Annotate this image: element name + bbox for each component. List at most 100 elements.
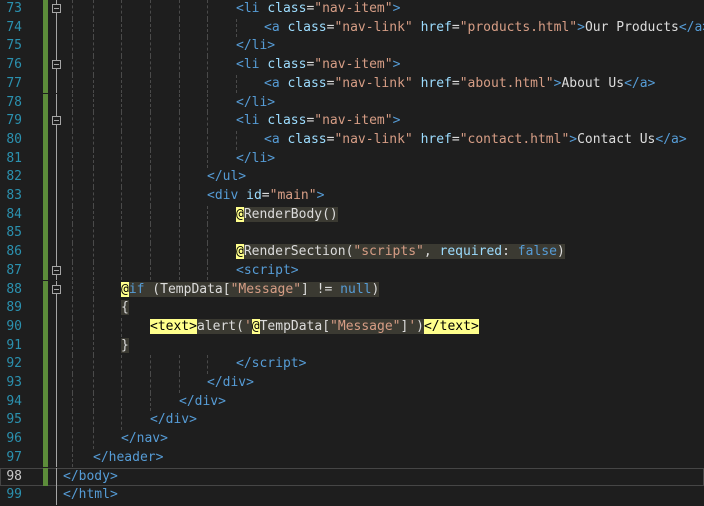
indent-guide [72, 280, 73, 300]
fold-guide [56, 205, 57, 225]
code-text[interactable]: </html> [63, 486, 118, 505]
code-text[interactable]: <li class="nav-item"> [236, 0, 400, 19]
code-text[interactable]: @RenderBody() [236, 206, 338, 225]
code-text[interactable]: <li class="nav-item"> [236, 112, 400, 131]
collapse-icon[interactable] [52, 4, 61, 13]
indent-guide [72, 56, 73, 75]
indent-guide [72, 0, 73, 19]
code-text[interactable]: <script> [236, 262, 299, 281]
indent-guide [72, 224, 73, 244]
code-line[interactable]: 89 { [0, 299, 704, 318]
collapse-icon[interactable] [52, 60, 61, 70]
code-text[interactable]: </ul> [207, 168, 246, 187]
code-text[interactable]: <text>alert('@TempData["Message"]')</tex… [150, 318, 479, 337]
indent-guide [121, 56, 122, 75]
code-line[interactable]: 88 @if (TempData["Message"] != null) [0, 280, 704, 300]
code-line[interactable]: 86 @RenderSection("scripts", required: fa… [0, 243, 704, 262]
code-line[interactable]: 92 </script> [0, 355, 704, 374]
code-line[interactable]: 98 </body> [0, 467, 704, 487]
code-line[interactable]: 75 </li> [0, 37, 704, 57]
code-text[interactable]: </li> [236, 150, 275, 169]
code-text[interactable]: @RenderSection("scripts", required: fals… [236, 243, 565, 262]
indent-guide [121, 392, 122, 412]
change-indicator [43, 37, 48, 57]
code-text[interactable]: @if (TempData["Message"] != null) [121, 281, 380, 300]
change-indicator [43, 317, 48, 337]
collapse-icon[interactable] [52, 265, 61, 275]
code-line[interactable]: 84 @RenderBody() [0, 205, 704, 225]
indent-guide [93, 243, 94, 262]
collapse-icon[interactable] [52, 116, 61, 126]
indent-guide [72, 18, 73, 38]
code-line[interactable]: 82 </ul> [0, 168, 704, 187]
code-line[interactable]: 76 <li class="nav-item"> [0, 56, 704, 75]
indent-guide [121, 130, 122, 150]
indent-guide [72, 149, 73, 169]
code-text[interactable]: <a class="nav-link" href="contact.html">… [264, 131, 687, 150]
indent-guide [179, 93, 180, 113]
indent-guide [150, 168, 151, 187]
code-line[interactable]: 83 <div id="main"> [0, 187, 704, 206]
code-text[interactable]: </div> [207, 374, 254, 393]
indent-guide [236, 74, 237, 94]
indent-guide [72, 355, 73, 374]
code-line[interactable]: 94 </div> [0, 392, 704, 412]
code-text[interactable]: <div id="main"> [207, 187, 324, 206]
indent-guide [72, 74, 73, 94]
change-indicator [43, 130, 48, 150]
code-line[interactable]: 97 </header> [0, 448, 704, 468]
indent-guide [72, 243, 73, 262]
indent-guide [179, 168, 180, 187]
change-indicator [43, 448, 48, 468]
code-line[interactable]: 85 [0, 224, 704, 244]
code-line[interactable]: 78 </li> [0, 93, 704, 113]
line-number: 93 [6, 375, 22, 390]
indent-guide [93, 205, 94, 225]
indent-guide [179, 74, 180, 94]
code-text[interactable]: </nav> [121, 430, 168, 449]
collapse-icon[interactable] [52, 284, 61, 294]
indent-guide [72, 37, 73, 57]
fold-guide [56, 374, 57, 393]
code-text[interactable]: <a class="nav-link" href="about.html">Ab… [264, 75, 655, 94]
indent-guide [207, 355, 208, 374]
indent-guide [93, 18, 94, 38]
indent-guide [72, 430, 73, 449]
code-text[interactable]: </body> [63, 468, 118, 487]
code-text[interactable]: </div> [179, 393, 226, 412]
indent-guide [93, 336, 94, 356]
code-text[interactable]: <a class="nav-link" href="products.html"… [264, 19, 704, 38]
code-line[interactable]: 73 <li class="nav-item"> [0, 0, 704, 19]
code-text[interactable]: </li> [236, 94, 275, 113]
code-line[interactable]: 77 <a class="nav-link" href="about.html">… [0, 74, 704, 94]
code-text[interactable]: <li class="nav-item"> [236, 56, 400, 75]
code-text[interactable]: { [121, 299, 129, 318]
indent-guide [207, 261, 208, 281]
indent-guide [72, 168, 73, 187]
fold-guide [56, 299, 57, 318]
code-line[interactable]: 99 </html> [0, 486, 704, 505]
code-line[interactable]: 90 <text>alert('@TempData["Message"]')</t… [0, 317, 704, 337]
code-line[interactable]: 81 </li> [0, 149, 704, 169]
change-indicator [43, 168, 48, 187]
code-line[interactable]: 80 <a class="nav-link" href="contact.html… [0, 130, 704, 150]
code-editor[interactable]: 73 <li class="nav-item"> 74 <a class="nav-l… [0, 0, 704, 506]
indent-guide [93, 74, 94, 94]
code-line[interactable]: 91} [0, 336, 704, 356]
code-line[interactable]: 95 </div> [0, 411, 704, 431]
code-line[interactable]: 79 <li class="nav-item"> [0, 112, 704, 131]
code-text[interactable]: </script> [236, 355, 306, 374]
line-number: 83 [6, 188, 22, 203]
fold-guide [56, 168, 57, 187]
line-number: 82 [6, 169, 22, 185]
code-line[interactable]: 93 </div> [0, 374, 704, 393]
code-line[interactable]: 74 <a class="nav-link" href="products.htm… [0, 18, 704, 38]
code-line[interactable]: 96 </nav> [0, 430, 704, 449]
code-text[interactable]: } [121, 337, 129, 356]
fold-guide [56, 486, 57, 505]
code-text[interactable]: </header> [93, 449, 163, 468]
code-text[interactable]: </div> [150, 411, 197, 430]
code-text[interactable]: </li> [236, 37, 275, 56]
code-line[interactable]: 87 <script> [0, 261, 704, 281]
fold-guide [56, 224, 57, 244]
